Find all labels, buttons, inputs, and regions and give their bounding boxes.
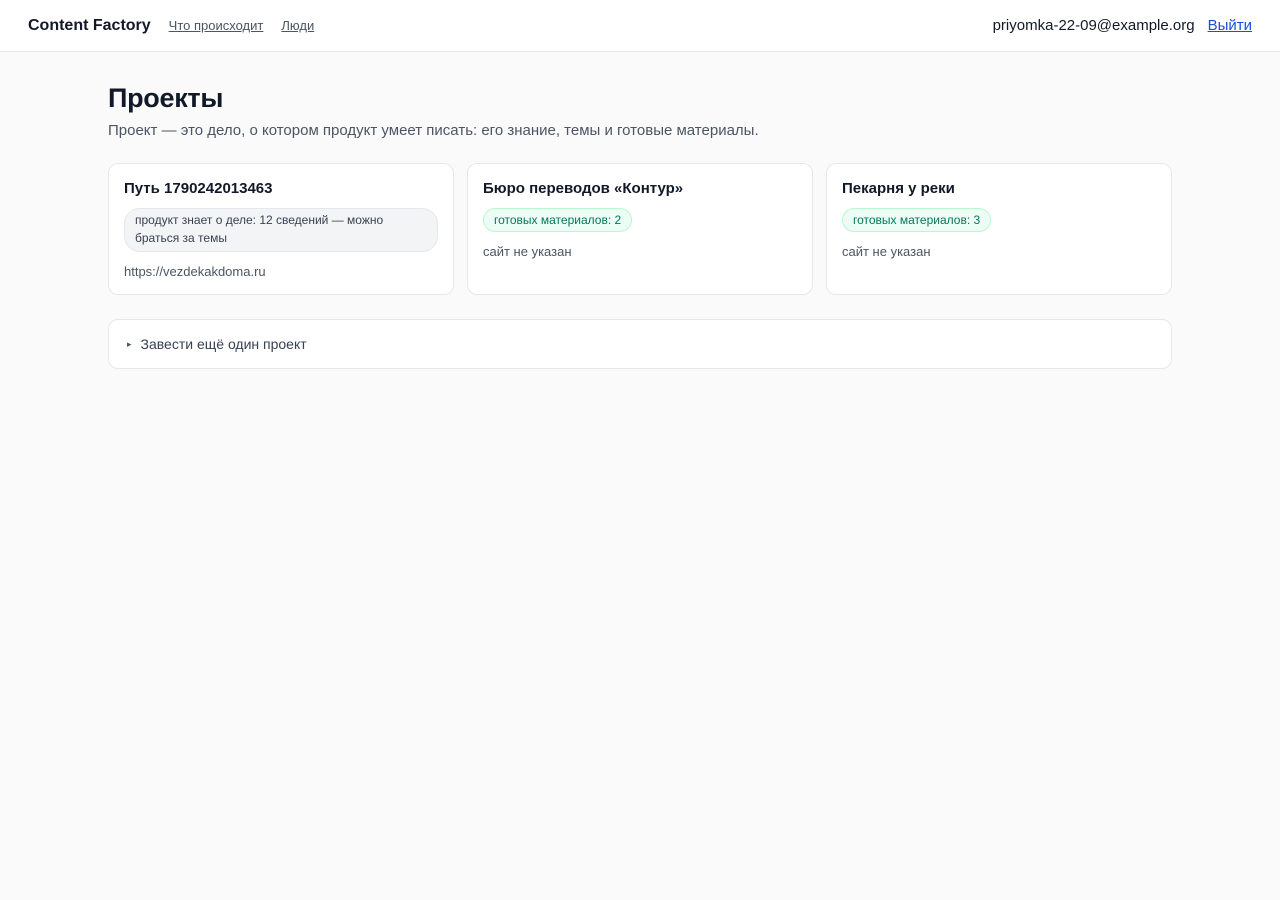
nav-link-people[interactable]: Люди	[281, 18, 314, 33]
project-card-1[interactable]: Путь 1790242013463 продукт знает о деле:…	[108, 163, 454, 296]
project-status-badge: продукт знает о деле: 12 сведений — можн…	[124, 208, 438, 253]
page-title: Проекты	[108, 83, 224, 113]
project-site: https://vezdekakdoma.ru	[124, 264, 266, 280]
project-card-2[interactable]: Бюро переводов «Контур» готовых материал…	[467, 163, 813, 296]
project-card-3[interactable]: Пекарня у реки готовых материалов: 3 сай…	[826, 163, 1172, 296]
project-card-title: Путь 1790242013463	[124, 180, 273, 198]
logout-link[interactable]: Выйти	[1208, 17, 1252, 34]
main-content: Проекты Проект — это дело, о котором про…	[108, 52, 1172, 370]
triangle-right-icon: ▸	[127, 338, 132, 349]
project-materials-badge: готовых материалов: 3	[842, 208, 992, 233]
project-cards-grid: Путь 1790242013463 продукт знает о деле:…	[108, 163, 1172, 296]
project-site: сайт не указан	[842, 244, 931, 260]
topbar-right-group: priyomka-22-09@example.org Выйти	[993, 17, 1252, 34]
add-project-label: Завести ещё один проект	[140, 336, 307, 353]
project-materials-badge: готовых материалов: 2	[483, 208, 633, 233]
add-project-toggle[interactable]: ▸ Завести ещё один проект	[108, 319, 1172, 370]
project-site: сайт не указан	[483, 244, 572, 260]
user-email: priyomka-22-09@example.org	[992, 17, 1195, 34]
nav-link-what-happens[interactable]: Что происходит	[169, 18, 264, 33]
project-card-title: Пекарня у реки	[842, 180, 955, 198]
page-subtitle: Проект — это дело, о котором продукт уме…	[108, 122, 759, 140]
project-card-title: Бюро переводов «Контур»	[483, 180, 684, 198]
top-navigation-bar: Content Factory Что происходит Люди priy…	[0, 0, 1280, 52]
brand-logo-link[interactable]: Content Factory	[28, 17, 151, 35]
topbar-left-group: Content Factory Что происходит Люди	[28, 17, 332, 35]
